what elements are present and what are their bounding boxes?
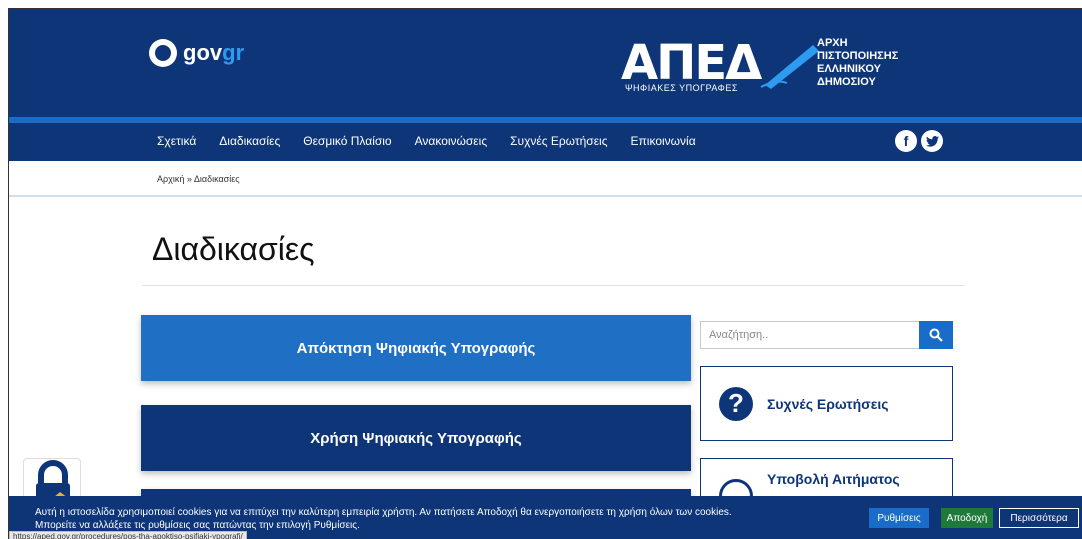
title-divider bbox=[142, 285, 964, 286]
page-title: Διαδικασίες bbox=[152, 231, 315, 267]
faq-box[interactable]: ? Συχνές Ερωτήσεις bbox=[700, 366, 953, 441]
submit-request-label: Υποβολή Αιτήματος bbox=[767, 471, 900, 487]
main-nav: Σχετικά Διαδικασίες Θεσμικό Πλαίσιο Ανακ… bbox=[9, 123, 1082, 161]
search-box bbox=[700, 321, 945, 349]
aped-logo[interactable]: ΑΠΕΔ ΨΗΦΙΑΚΕΣ ΥΠΟΓΡΑΦΕΣ bbox=[621, 39, 821, 99]
govgr-logo[interactable]: govgr bbox=[149, 39, 244, 67]
nav-item-contact[interactable]: Επικοινωνία bbox=[631, 134, 696, 148]
card-use-signature[interactable]: Χρήση Ψηφιακής Υπογραφής bbox=[141, 405, 691, 471]
greek-emblem-icon bbox=[149, 39, 177, 67]
cookie-accept-button[interactable]: Αποδοχή bbox=[941, 508, 993, 528]
card-obtain-signature[interactable]: Απόκτηση Ψηφιακής Υπογραφής bbox=[141, 315, 691, 381]
faq-label: Συχνές Ερωτήσεις bbox=[767, 395, 889, 412]
search-button[interactable] bbox=[919, 321, 953, 349]
cookie-more-button[interactable]: Περισσότερα bbox=[999, 508, 1079, 528]
nav-item-about[interactable]: Σχετικά bbox=[157, 134, 196, 148]
facebook-icon[interactable]: f bbox=[895, 130, 917, 152]
aped-logo-subtitle: ΨΗΦΙΑΚΕΣ ΥΠΟΓΡΑΦΕΣ bbox=[625, 83, 738, 93]
site-header: govgr ΑΠΕΔ ΨΗΦΙΑΚΕΣ ΥΠΟΓΡΑΦΕΣ ΑΡΧΗ ΠΙΣΤΟ… bbox=[9, 9, 1082, 117]
aped-description: ΑΡΧΗ ΠΙΣΤΟΠΟΙΗΣΗΣ ΕΛΛΗΝΙΚΟΥ ΔΗΜΟΣΙΟΥ bbox=[817, 37, 899, 88]
search-input[interactable] bbox=[701, 322, 911, 348]
status-bar-url: https://aped.gov.gr/procedures/pos-tha-a… bbox=[9, 531, 247, 539]
cookie-text: Αυτή η ιστοσελίδα χρησιμοποιεί cookies γ… bbox=[35, 507, 732, 531]
question-icon: ? bbox=[719, 386, 753, 421]
nav-item-faq[interactable]: Συχνές Ερωτήσεις bbox=[510, 134, 607, 148]
nav-item-announcements[interactable]: Ανακοινώσεις bbox=[415, 134, 488, 148]
browser-viewport: govgr ΑΠΕΔ ΨΗΦΙΑΚΕΣ ΥΠΟΓΡΑΦΕΣ ΑΡΧΗ ΠΙΣΤΟ… bbox=[8, 8, 1082, 539]
cookie-settings-button[interactable]: Ρυθμίσεις bbox=[869, 508, 929, 528]
govgr-logo-text: govgr bbox=[183, 40, 245, 65]
breadcrumb-divider bbox=[9, 195, 1082, 197]
search-icon bbox=[929, 328, 943, 342]
nav-item-procedures[interactable]: Διαδικασίες bbox=[219, 134, 280, 148]
nav-item-legal-framework[interactable]: Θεσμικό Πλαίσιο bbox=[303, 134, 391, 148]
twitter-icon[interactable] bbox=[921, 130, 943, 152]
breadcrumb[interactable]: Αρχική » Διαδικασίες bbox=[157, 174, 240, 184]
